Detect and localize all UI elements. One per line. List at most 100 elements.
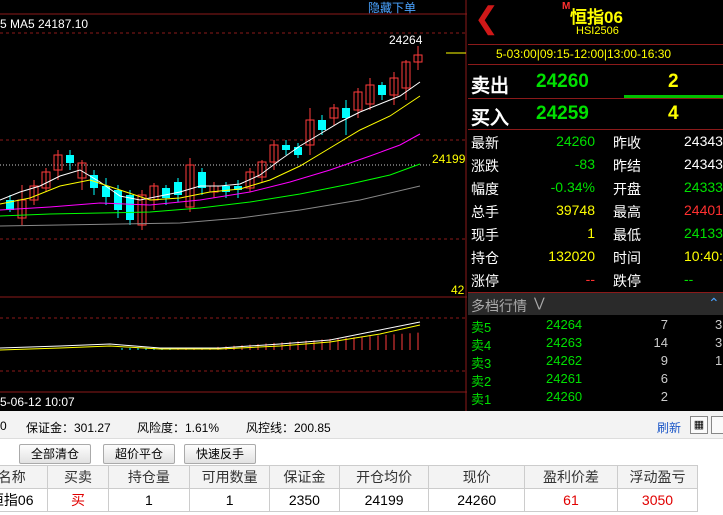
depth-label: 卖1 bbox=[471, 392, 492, 407]
account-summary-bar: 0 保证金：301.27 风险度：1.61% 风控线：200.85 刷新 ▦ bbox=[0, 411, 723, 439]
right-axis-label: 42 bbox=[451, 283, 465, 297]
positions-table: 名称 买卖 持仓量 可用数量 保证金 开仓均价 现价 盈利价差 浮动盈亏 恒指0… bbox=[0, 465, 698, 512]
stat-value: 132020 bbox=[548, 248, 595, 264]
depth-qty: 2 bbox=[660, 389, 668, 404]
stat-value: 24343 bbox=[684, 156, 723, 172]
col-last[interactable]: 现价 bbox=[428, 465, 525, 489]
prev-contract-arrow-icon[interactable]: ❮ bbox=[474, 4, 499, 34]
cell-position: 1 bbox=[107, 488, 191, 512]
account-area: 0 保证金：301.27 风险度：1.61% 风控线：200.85 刷新 ▦ 全… bbox=[0, 411, 723, 515]
table-row[interactable]: 恒指06 买 1 1 2350 24199 24260 61 3050 bbox=[0, 488, 698, 512]
stat-label: 昨结 bbox=[613, 158, 641, 174]
collapse-up-icon[interactable]: ⌃ bbox=[708, 295, 720, 312]
sell-price: 24260 bbox=[536, 71, 589, 92]
session-bar: 5-03:00|09:15-12:00|13:00-16:30 bbox=[468, 44, 723, 65]
cell-last: 24260 bbox=[428, 488, 525, 512]
stat-row: 现手 1 最低 24133 bbox=[468, 222, 723, 245]
cell-floating-pnl: 3050 bbox=[617, 488, 698, 512]
depth-header[interactable]: 多档行情 ⋁ ⌃ bbox=[468, 292, 723, 315]
stat-value: -0.34% bbox=[550, 179, 595, 195]
candle-body bbox=[282, 145, 290, 150]
col-open-avg[interactable]: 开仓均价 bbox=[338, 465, 430, 489]
stat-row: 涨跌 -83 昨结 24343 bbox=[468, 153, 723, 176]
grid-toggle-icon[interactable]: ▦ bbox=[690, 416, 708, 434]
overprice-close-button[interactable]: 超价平仓 bbox=[103, 444, 175, 464]
macd-dif-line bbox=[0, 321, 421, 349]
stat-value: 24260 bbox=[556, 133, 595, 149]
summary-edge-text: 0 bbox=[0, 419, 7, 433]
depth-extra: 3 bbox=[715, 317, 723, 332]
stat-row: 持仓 132020 时间 10:40:18 bbox=[468, 245, 723, 268]
depth-extra: 3 bbox=[715, 335, 723, 350]
date-label: 5-06-12 10:07 bbox=[0, 395, 75, 409]
stat-value: -- bbox=[585, 271, 595, 287]
stat-label: 最新 bbox=[471, 135, 499, 151]
cell-margin: 2350 bbox=[269, 488, 340, 512]
cell-open-avg: 24199 bbox=[338, 488, 430, 512]
depth-list: 卖5 24264 7 3 卖4 24263 14 3 卖3 24262 9 1 卖2 24261 6 卖1 24… bbox=[468, 316, 723, 411]
depth-qty: 9 bbox=[660, 353, 668, 368]
risk-label: 风险度：1.61% bbox=[137, 421, 220, 435]
current-price-label: 24199 bbox=[432, 152, 466, 166]
double-chevron-down-icon[interactable]: ⋁ bbox=[534, 295, 545, 311]
candle-body bbox=[66, 155, 74, 163]
col-floating-pnl[interactable]: 浮动盈亏 bbox=[617, 465, 698, 489]
quick-reverse-button[interactable]: 快速反手 bbox=[184, 444, 256, 464]
quote-title-bar: ❮ M 恒指06 HSI2506 bbox=[468, 0, 723, 44]
depth-price: 24261 bbox=[546, 371, 583, 386]
stat-row: 涨停 -- 跌停 -- bbox=[468, 268, 723, 291]
depth-row[interactable]: 卖2 24261 6 bbox=[468, 370, 723, 389]
ma-label-prefix: 5 bbox=[0, 17, 7, 31]
hide-order-link[interactable]: 隐藏下单 bbox=[368, 0, 416, 16]
stat-label: 时间 bbox=[613, 250, 641, 266]
candle-body bbox=[378, 85, 386, 95]
ma5-label: MA5 24187.10 bbox=[10, 17, 89, 31]
col-position[interactable]: 持仓量 bbox=[107, 465, 191, 489]
stat-value: 24343 bbox=[684, 133, 723, 149]
depth-row[interactable]: 卖5 24264 7 3 bbox=[468, 316, 723, 335]
depth-row[interactable]: 卖1 24260 2 bbox=[468, 388, 723, 407]
ma20-line bbox=[0, 133, 421, 211]
depth-row[interactable]: 卖3 24262 9 1 bbox=[468, 352, 723, 371]
candle-body bbox=[342, 108, 350, 118]
refresh-link[interactable]: 刷新 bbox=[657, 419, 681, 436]
margin-label: 保证金：301.27 bbox=[26, 421, 111, 435]
depth-price: 24260 bbox=[546, 389, 583, 404]
col-available[interactable]: 可用数量 bbox=[189, 465, 271, 489]
quote-panel: ❮ M 恒指06 HSI2506 5-03:00|09:15-12:00|13:… bbox=[468, 0, 723, 411]
cell-available: 1 bbox=[189, 488, 271, 512]
stat-value: 1 bbox=[587, 225, 595, 241]
stat-label: 跌停 bbox=[613, 273, 641, 289]
depth-extra: 1 bbox=[715, 353, 723, 368]
stat-label: 幅度 bbox=[471, 181, 499, 197]
sell-qty: 2 bbox=[668, 71, 679, 92]
col-profit-diff[interactable]: 盈利价差 bbox=[523, 465, 619, 489]
stat-label: 持仓 bbox=[471, 250, 499, 266]
kline-svg[interactable] bbox=[0, 0, 467, 411]
buy-label: 买入 bbox=[471, 108, 510, 129]
quote-stats: 最新 24260 昨收 24343 涨跌 -83 昨结 24343 幅度 -0.34% 开盘 2433… bbox=[468, 129, 723, 292]
stat-value: 24133 bbox=[684, 225, 723, 241]
stat-label: 昨收 bbox=[613, 135, 641, 151]
stat-row: 幅度 -0.34% 开盘 24333 bbox=[468, 176, 723, 199]
kline-chart[interactable]: 5 MA5 24187.10 隐藏下单 24264 24199 42 5-06-… bbox=[0, 0, 467, 411]
stat-label: 总手 bbox=[471, 204, 499, 220]
col-name[interactable]: 名称 bbox=[0, 465, 49, 489]
risk-line-label: 风控线：200.85 bbox=[246, 421, 331, 435]
side-toggle-icon[interactable] bbox=[711, 416, 723, 434]
close-all-button[interactable]: 全部清仓 bbox=[19, 444, 91, 464]
depth-row[interactable]: 卖4 24263 14 3 bbox=[468, 334, 723, 353]
buy-row[interactable]: 买入 24259 4 bbox=[468, 98, 723, 129]
sell-row[interactable]: 卖出 24260 2 bbox=[468, 64, 723, 98]
col-side[interactable]: 买卖 bbox=[47, 465, 109, 489]
stat-row: 总手 39748 最高 24401 bbox=[468, 199, 723, 222]
buy-qty: 4 bbox=[668, 103, 679, 124]
depth-price: 24262 bbox=[546, 353, 583, 368]
candle-body bbox=[162, 188, 170, 198]
stat-label: 涨跌 bbox=[471, 158, 499, 174]
col-margin[interactable]: 保证金 bbox=[269, 465, 340, 489]
sell-label: 卖出 bbox=[471, 76, 510, 97]
depth-header-label: 多档行情 bbox=[471, 298, 527, 314]
depth-price: 24263 bbox=[546, 335, 583, 350]
stat-value: -83 bbox=[574, 156, 595, 172]
